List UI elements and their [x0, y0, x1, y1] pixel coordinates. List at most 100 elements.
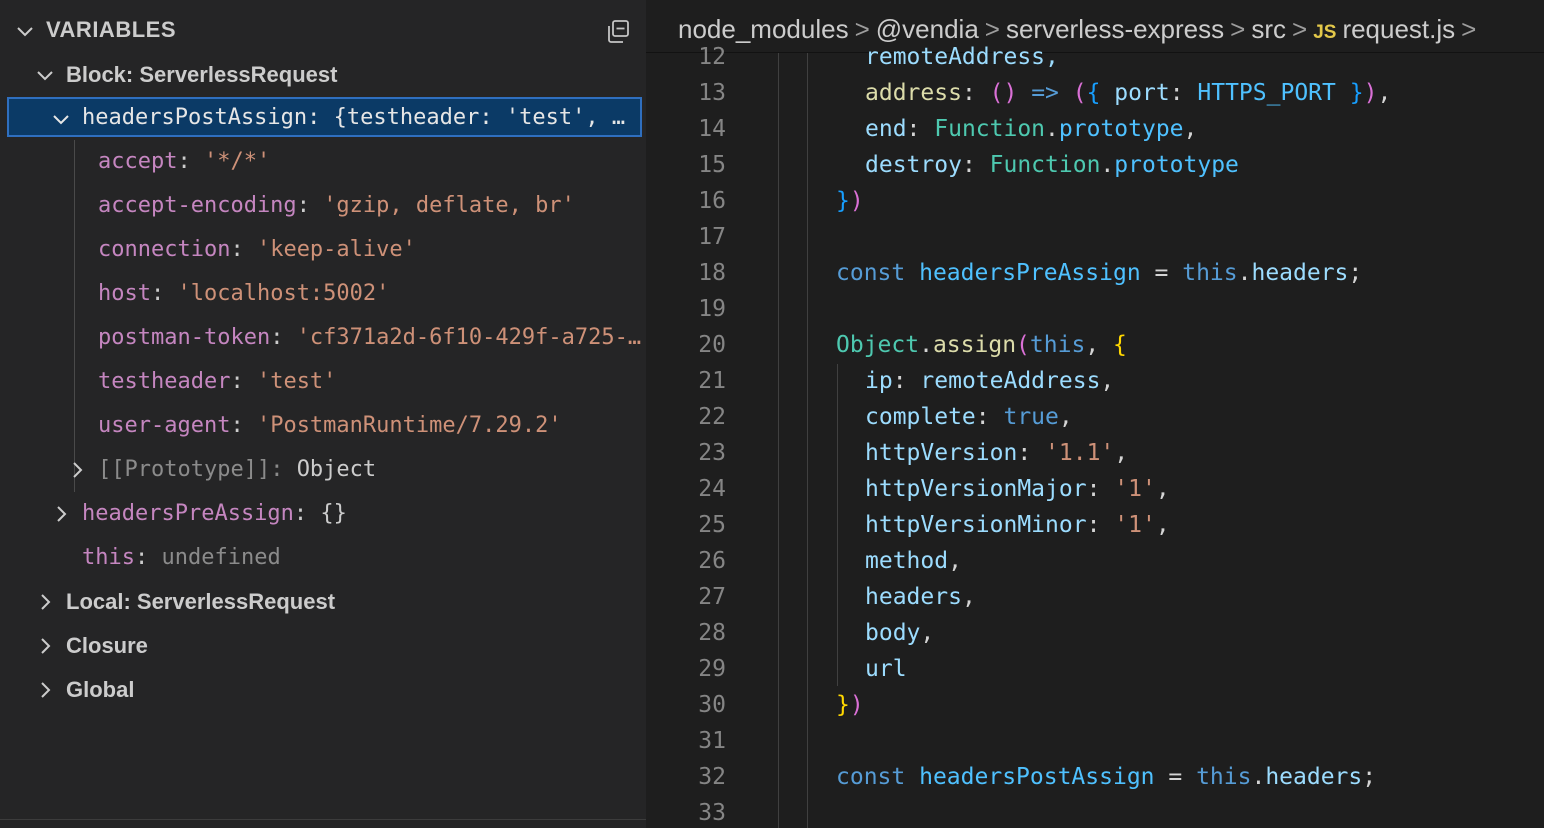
- code-token: Function: [989, 152, 1101, 178]
- variable-row[interactable]: host: 'localhost:5002': [98, 272, 389, 316]
- variable-key: accept-encoding: [98, 193, 297, 218]
- variable-value: {testheader: 'test', …: [333, 105, 626, 130]
- variable-prototype[interactable]: [[Prototype]]: Object: [98, 448, 376, 492]
- variable-key: [[Prototype]]: [98, 457, 271, 482]
- variable-row[interactable]: postman-token: 'cf371a2d-6f10-429f-a725-…: [98, 316, 642, 360]
- variables-panel: VARIABLES Block: ServerlessRequest heade…: [0, 0, 646, 828]
- breadcrumb-item[interactable]: @vendia: [876, 14, 979, 44]
- line-number: 24: [698, 476, 726, 502]
- line-number: 18: [698, 260, 726, 286]
- line-number: 30: [698, 692, 726, 718]
- chevron-right-icon[interactable]: [50, 503, 72, 525]
- breadcrumb-file[interactable]: request.js: [1342, 14, 1455, 44]
- code-line: Object.assign(this, {: [836, 332, 1127, 358]
- line-number: 25: [698, 512, 726, 538]
- variable-row[interactable]: accept-encoding: 'gzip, deflate, br': [98, 184, 575, 228]
- breadcrumb-item[interactable]: node_modules: [678, 14, 849, 44]
- variable-key: connection: [98, 237, 231, 262]
- line-number: 16: [698, 188, 726, 214]
- variable-key: user-agent: [98, 413, 231, 438]
- variables-header[interactable]: VARIABLES: [46, 17, 176, 43]
- collapse-all-icon[interactable]: [604, 18, 632, 46]
- line-number: 20: [698, 332, 726, 358]
- variable-headersPreAssign[interactable]: headersPreAssign: {}: [82, 492, 347, 536]
- indent-guide: [74, 140, 75, 492]
- code-token: this: [1182, 260, 1238, 286]
- variable-row[interactable]: user-agent: 'PostmanRuntime/7.29.2': [98, 404, 562, 448]
- code-token: this: [1029, 332, 1086, 358]
- chevron-down-icon[interactable]: [34, 64, 56, 86]
- chevron-down-icon[interactable]: [50, 108, 72, 130]
- variable-name: headersPostAssign: [82, 105, 308, 130]
- code-token: headersPreAssign: [919, 260, 1141, 286]
- line-number: 17: [698, 224, 726, 250]
- javascript-file-icon: JS: [1313, 22, 1337, 43]
- scope-global[interactable]: Global: [66, 677, 134, 703]
- variable-value: 'PostmanRuntime/7.29.2': [256, 413, 562, 438]
- indent-guide: [807, 53, 808, 828]
- chevron-right-icon[interactable]: [34, 635, 56, 657]
- line-number: 27: [698, 584, 726, 610]
- code-token: end: [865, 116, 907, 142]
- code-token: httpVersionMajor: [865, 476, 1087, 502]
- breadcrumb-divider: [646, 52, 1544, 53]
- chevron-right-icon[interactable]: [34, 591, 56, 613]
- code-line: method,: [865, 548, 962, 574]
- variable-row[interactable]: accept: '*/*': [98, 140, 270, 184]
- indent-guide: [778, 53, 779, 828]
- variable-headersPostAssign[interactable]: headersPostAssign: {testheader: 'test', …: [82, 96, 625, 140]
- code-token: '1.1': [1045, 440, 1115, 466]
- code-token: HTTPS_PORT: [1197, 80, 1336, 106]
- variable-value: 'test': [256, 369, 337, 394]
- variable-this[interactable]: this: undefined: [82, 536, 281, 580]
- breadcrumb-item[interactable]: src: [1251, 14, 1286, 44]
- code-token: port: [1114, 80, 1170, 106]
- code-token: const: [836, 764, 906, 790]
- variable-row[interactable]: connection: 'keep-alive': [98, 228, 416, 272]
- scope-local[interactable]: Local: ServerlessRequest: [66, 589, 335, 615]
- line-number: 31: [698, 728, 726, 754]
- variable-key: host: [98, 281, 151, 306]
- code-line: destroy: Function.prototype: [865, 152, 1239, 178]
- code-token: address: [865, 80, 962, 106]
- code-token: url: [865, 656, 907, 682]
- scope-closure[interactable]: Closure: [66, 633, 148, 659]
- breadcrumb: node_modules > @vendia > serverless-express >…: [678, 14, 1477, 44]
- code-token: headers: [1251, 260, 1349, 286]
- scope-block[interactable]: Block: ServerlessRequest: [66, 62, 337, 88]
- code-token: body: [865, 620, 921, 646]
- code-line: end: Function.prototype,: [865, 116, 1198, 142]
- code-line: headers,: [865, 584, 976, 610]
- chevron-right-icon[interactable]: [66, 459, 88, 481]
- editor: node_modules > @vendia > serverless-express >…: [646, 0, 1544, 828]
- code-line: complete: true,: [865, 404, 1073, 430]
- variable-row[interactable]: testheader: 'test': [98, 360, 336, 404]
- line-number: 19: [698, 296, 726, 322]
- line-number: 28: [698, 620, 726, 646]
- code-token: complete: [865, 404, 976, 430]
- variable-value: 'gzip, deflate, br': [323, 193, 575, 218]
- variable-value: '*/*': [203, 149, 271, 174]
- variable-value: 'localhost:5002': [177, 281, 390, 306]
- code-line: url: [865, 656, 907, 682]
- code-token: headersPostAssign: [919, 764, 1155, 790]
- code-line: ip: remoteAddress,: [865, 368, 1115, 394]
- line-number: 26: [698, 548, 726, 574]
- code-line: const headersPostAssign = this.headers;: [836, 764, 1377, 790]
- code-token: Function: [934, 116, 1046, 142]
- line-number: 23: [698, 440, 726, 466]
- code-line: body,: [865, 620, 935, 646]
- variable-key: this: [82, 545, 135, 570]
- chevron-down-icon[interactable]: [14, 20, 36, 42]
- chevron-right-icon[interactable]: [34, 679, 56, 701]
- variable-key: testheader: [98, 369, 231, 394]
- code-line: const headersPreAssign = this.headers;: [836, 260, 1363, 286]
- breadcrumb-item[interactable]: serverless-express: [1006, 14, 1224, 44]
- code-line: }): [836, 188, 864, 214]
- line-number: 29: [698, 656, 726, 682]
- code-token: ip: [865, 368, 893, 394]
- code-token: method: [865, 548, 949, 574]
- code-token: headers: [865, 584, 962, 610]
- line-number: 32: [698, 764, 726, 790]
- code-line: httpVersionMinor: '1',: [865, 512, 1170, 538]
